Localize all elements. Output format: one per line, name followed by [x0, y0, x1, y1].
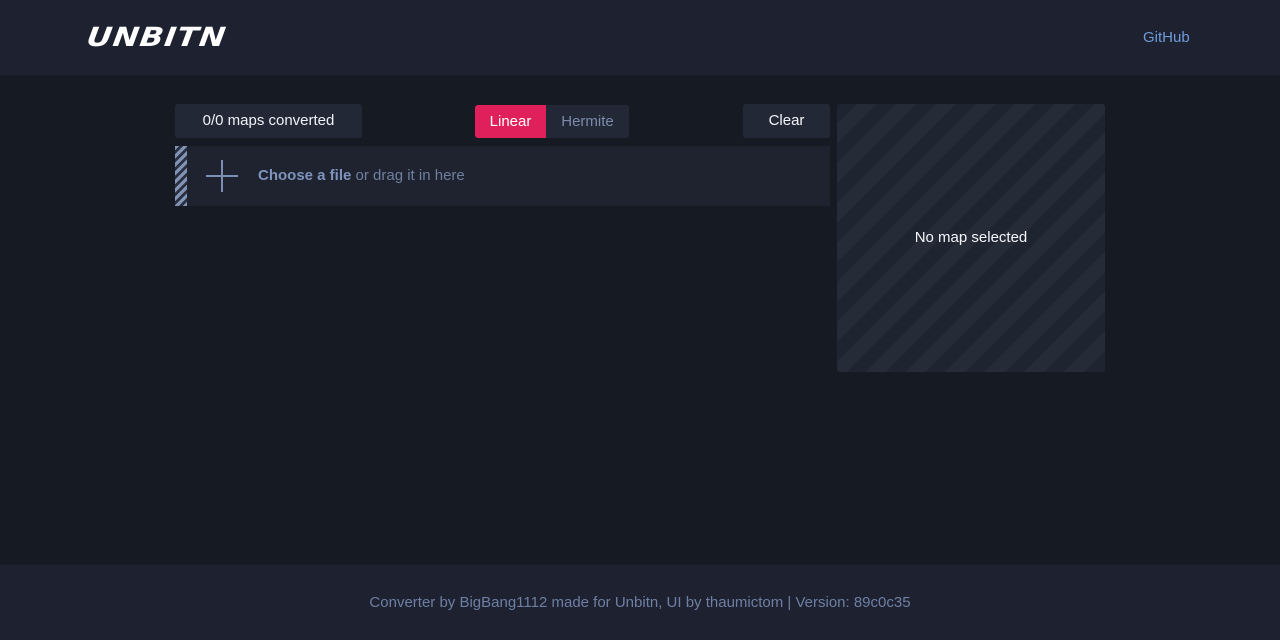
footer: Converter by BigBang1112 made for Unbitn… — [0, 565, 1280, 640]
hermite-mode-button[interactable]: Hermite — [546, 105, 629, 138]
file-dropzone[interactable]: Choose a file or drag it in here — [175, 146, 830, 206]
dropzone-stripe — [175, 146, 187, 206]
choose-file-link[interactable]: Choose a file — [258, 167, 351, 184]
header: UNBITN GitHub — [0, 0, 1280, 75]
maps-converted-counter: 0/0 maps converted — [175, 104, 362, 138]
dropzone-text: Choose a file or drag it in here — [258, 167, 465, 184]
logo: UNBITN — [84, 22, 229, 53]
clear-button[interactable]: Clear — [743, 104, 830, 138]
map-preview: No map selected — [837, 104, 1105, 372]
github-link[interactable]: GitHub — [1143, 29, 1190, 46]
drag-hint: or drag it in here — [351, 167, 465, 184]
plus-icon — [206, 160, 238, 192]
preview-empty-text: No map selected — [914, 229, 1028, 246]
interpolation-mode-toggle: Linear Hermite — [475, 105, 629, 138]
linear-mode-button[interactable]: Linear — [475, 105, 546, 138]
footer-credits: Converter by BigBang1112 made for Unbitn… — [369, 594, 911, 611]
